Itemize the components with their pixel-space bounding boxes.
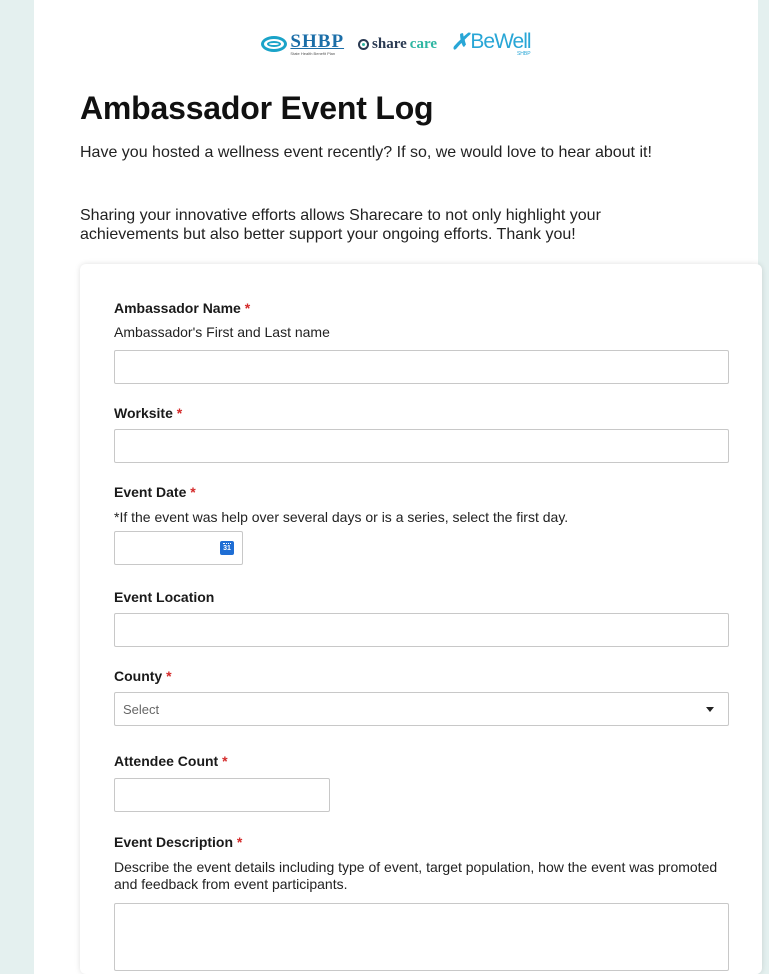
- attendee-count-label: Attendee Count *: [114, 753, 228, 769]
- required-marker: *: [190, 484, 196, 500]
- bewell-figure-icon: ✗: [450, 29, 470, 54]
- event-date-help: *If the event was help over several days…: [114, 509, 569, 525]
- event-date-input[interactable]: 31: [114, 531, 243, 565]
- intro-paragraph-1: Have you hosted a wellness event recentl…: [80, 144, 652, 161]
- page-container: SHBP State Health Benefit Plan share care…: [34, 0, 762, 974]
- event-location-input[interactable]: [114, 613, 729, 647]
- required-marker: *: [236, 834, 243, 850]
- sharecare-mark-icon: [358, 38, 370, 50]
- event-description-label: Event Description *: [114, 834, 242, 850]
- shbp-swirl-icon: [261, 36, 288, 52]
- county-select[interactable]: Select: [114, 692, 729, 726]
- dropdown-caret-icon: [706, 707, 714, 712]
- bewell-logo: ✗ BeWell SHBP: [450, 29, 532, 57]
- required-marker: *: [166, 668, 172, 684]
- event-description-textarea[interactable]: [114, 903, 729, 971]
- county-label: County *: [114, 668, 172, 684]
- sharecare-logo-text-1: share: [372, 35, 407, 52]
- required-marker: *: [176, 405, 183, 421]
- county-label-text: County: [114, 668, 163, 684]
- ambassador-name-input[interactable]: [114, 350, 729, 384]
- sharecare-logo-text-2: care: [409, 35, 437, 52]
- event-date-label-text: Event Date: [114, 484, 187, 500]
- worksite-input[interactable]: [114, 429, 729, 463]
- ambassador-name-help: Ambassador's First and Last name: [114, 324, 330, 340]
- sharecare-logo: share care: [358, 36, 437, 53]
- event-description-help: Describe the event details including typ…: [114, 859, 718, 892]
- shbp-logo-tagline: State Health Benefit Plan: [290, 51, 336, 56]
- page-title: Ambassador Event Log: [80, 90, 434, 126]
- logo-bar: SHBP State Health Benefit Plan share care…: [34, 24, 758, 64]
- attendee-count-input[interactable]: [114, 778, 330, 812]
- form-card: Ambassador Name * Ambassador's First and…: [80, 264, 762, 974]
- event-location-label: Event Location: [114, 589, 214, 605]
- shbp-logo-text: SHBP: [290, 31, 345, 52]
- worksite-label-text: Worksite: [114, 405, 173, 421]
- worksite-label: Worksite *: [114, 405, 182, 421]
- bewell-logo-sub: SHBP: [516, 51, 531, 57]
- required-marker: *: [244, 300, 251, 316]
- attendee-count-label-text: Attendee Count: [114, 753, 219, 769]
- ambassador-name-label-text: Ambassador Name: [114, 300, 241, 316]
- event-description-label-text: Event Description: [114, 834, 234, 850]
- required-marker: *: [222, 753, 228, 769]
- calendar-icon[interactable]: 31: [220, 541, 234, 555]
- bewell-logo-text: BeWell: [470, 30, 531, 53]
- event-location-label-text: Event Location: [114, 589, 215, 605]
- event-date-label: Event Date *: [114, 484, 196, 500]
- intro-paragraph-2: Sharing your innovative efforts allows S…: [80, 207, 601, 243]
- county-selected-value: Select: [123, 701, 160, 717]
- ambassador-name-label: Ambassador Name *: [114, 300, 250, 316]
- shbp-logo: SHBP State Health Benefit Plan: [261, 32, 344, 56]
